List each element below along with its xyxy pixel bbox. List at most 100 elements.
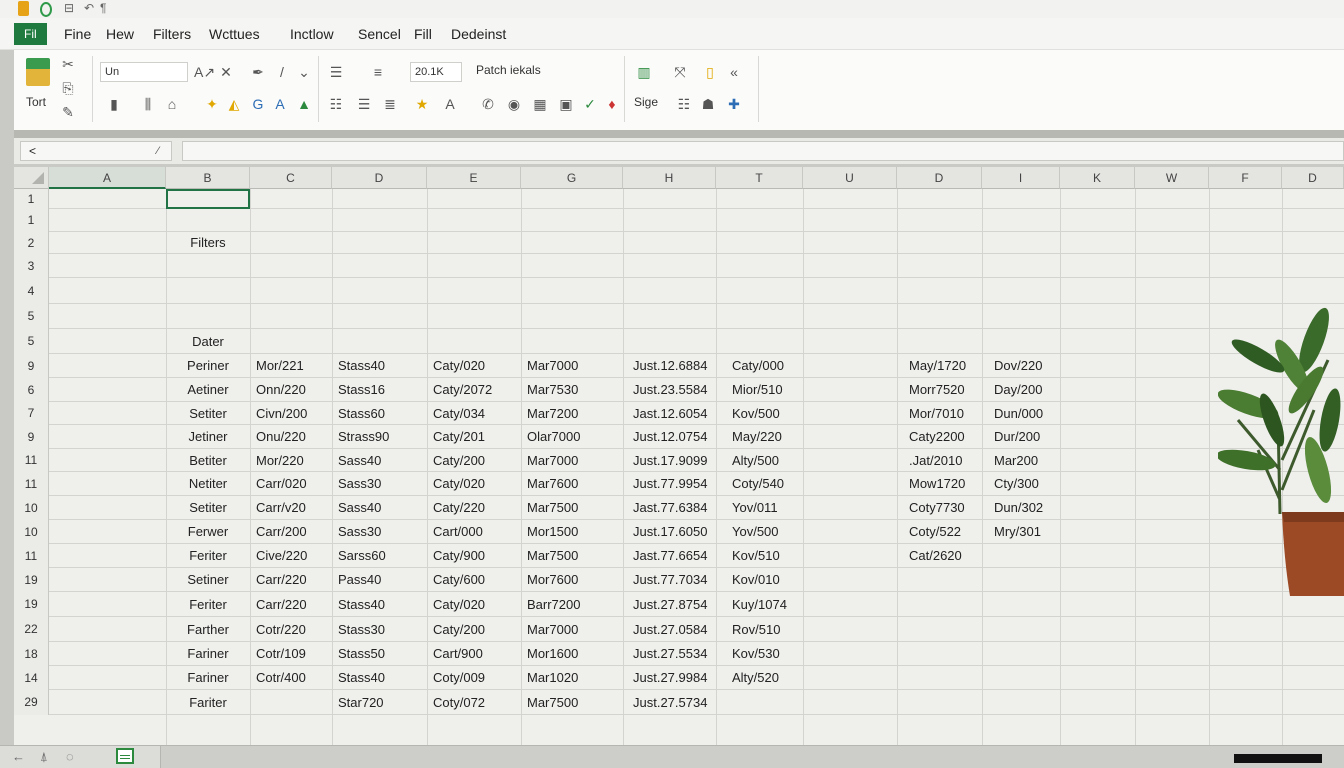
row-header[interactable]: 5 <box>14 304 49 329</box>
column-header[interactable]: H <box>623 167 716 189</box>
table-cell[interactable]: Mar7500 <box>527 544 623 568</box>
table-cell[interactable]: Kov/500 <box>732 402 803 425</box>
table-cell[interactable]: Aetiner <box>166 378 250 402</box>
table-cell[interactable]: Caty/600 <box>433 568 521 592</box>
table-cell[interactable]: Mar7530 <box>527 378 623 402</box>
star-icon[interactable]: ★ <box>414 96 430 112</box>
table-cell[interactable]: Dun/000 <box>994 402 1060 425</box>
table-cell[interactable]: Star720 <box>338 690 427 715</box>
highlight-icon[interactable]: ✦ <box>204 96 220 112</box>
table-cell[interactable]: Cotr/220 <box>256 617 332 642</box>
pen-icon[interactable]: ✒ <box>250 64 266 80</box>
row-header[interactable]: 1 <box>14 209 49 232</box>
column-header[interactable]: T <box>716 167 803 189</box>
table-cell[interactable]: Onu/220 <box>256 425 332 449</box>
table-cell[interactable]: Stass40 <box>338 666 427 690</box>
column-header[interactable]: E <box>427 167 521 189</box>
row-header[interactable]: 9 <box>14 354 49 378</box>
table-cell[interactable]: Carr/200 <box>256 520 332 544</box>
tab-2[interactable]: Filters <box>153 23 191 45</box>
table-cell[interactable]: Dun/302 <box>994 496 1060 520</box>
table-cell[interactable]: Carr/220 <box>256 568 332 592</box>
table-cell[interactable]: Morr7520 <box>909 378 982 402</box>
table-cell[interactable]: Mar7200 <box>527 402 623 425</box>
paste-icon[interactable] <box>26 58 50 86</box>
table-cell[interactable]: Yov/011 <box>732 496 803 520</box>
scrollbar-thumb[interactable] <box>1234 754 1322 763</box>
column-header[interactable]: D <box>1282 167 1344 189</box>
columns-icon[interactable]: ⫼ <box>140 96 156 112</box>
row-header[interactable]: 4 <box>14 278 49 304</box>
column-header[interactable]: C <box>250 167 332 189</box>
drop-icon[interactable]: ♦ <box>604 96 620 112</box>
table-cell[interactable]: Jast.77.6654 <box>633 544 716 568</box>
table-cell[interactable]: Mry/301 <box>994 520 1060 544</box>
table-cell[interactable]: Carr/020 <box>256 472 332 496</box>
font-grow-icon[interactable]: A↗ <box>194 64 215 80</box>
clear-format-icon[interactable]: ✕ <box>218 64 234 80</box>
link-icon[interactable]: ⤧ <box>672 64 688 80</box>
table-cell[interactable]: Caty2200 <box>909 425 982 449</box>
table-cell[interactable]: Dur/200 <box>994 425 1060 449</box>
table-cell[interactable]: .Jat/2010 <box>909 449 982 472</box>
tab-file[interactable]: Fil <box>14 23 47 45</box>
table-cell[interactable]: Kov/510 <box>732 544 803 568</box>
image-icon[interactable]: ▣ <box>558 96 574 112</box>
row-header[interactable]: 29 <box>14 690 49 715</box>
undo-icon[interactable]: ↶ <box>84 1 94 16</box>
copy-icon[interactable]: ⎘ <box>60 80 76 96</box>
list-icon[interactable]: ☰ <box>356 96 372 112</box>
row-header[interactable]: 3 <box>14 254 49 278</box>
column-header[interactable]: K <box>1060 167 1135 189</box>
table-cell[interactable]: Caty/200 <box>433 617 521 642</box>
underline-icon[interactable]: G <box>250 96 266 112</box>
row-header[interactable]: 11 <box>14 544 49 568</box>
table-cell[interactable]: Just.17.6050 <box>633 520 716 544</box>
justify-icon[interactable]: ≣ <box>382 96 398 112</box>
column-header[interactable]: U <box>803 167 897 189</box>
table-cell[interactable]: Sarss60 <box>338 544 427 568</box>
table-cell[interactable]: Mor1500 <box>527 520 623 544</box>
formula-input[interactable] <box>182 141 1344 161</box>
table-cell[interactable]: Betiter <box>166 449 250 472</box>
table-cell[interactable]: Stass40 <box>338 592 427 617</box>
table-cell[interactable]: Caty/900 <box>433 544 521 568</box>
expand-icon[interactable]: « <box>726 64 742 80</box>
table-cell[interactable]: Fariner <box>166 666 250 690</box>
table-cell[interactable]: Cat/2620 <box>909 544 982 568</box>
table-cell[interactable]: Civn/200 <box>256 402 332 425</box>
table-cell[interactable]: Caty/034 <box>433 402 521 425</box>
table-cell[interactable]: Carr/220 <box>256 592 332 617</box>
table-cell[interactable]: Mar200 <box>994 449 1060 472</box>
table-cell[interactable]: Ferwer <box>166 520 250 544</box>
table-cell[interactable]: Mor/7010 <box>909 402 982 425</box>
table-cell[interactable]: Kuy/1074 <box>732 592 803 617</box>
table-cell[interactable]: Jetiner <box>166 425 250 449</box>
table-cell[interactable]: Mar7500 <box>527 496 623 520</box>
sheet-prev-icon[interactable]: ← <box>12 749 25 765</box>
table-cell[interactable]: Just.12.6884 <box>633 354 716 378</box>
table-cell[interactable]: Just.27.5734 <box>633 690 716 715</box>
table-cell[interactable]: Caty/020 <box>433 354 521 378</box>
table-cell[interactable]: Jast.77.6384 <box>633 496 716 520</box>
tab-1[interactable]: Hew <box>106 23 134 45</box>
table-cell[interactable]: Setiter <box>166 496 250 520</box>
table-cell[interactable]: Just.27.0584 <box>633 617 716 642</box>
table-cell[interactable]: Cart/000 <box>433 520 521 544</box>
table-cell[interactable]: Stass40 <box>338 354 427 378</box>
table-cell[interactable]: Periner <box>166 354 250 378</box>
table-cell[interactable]: Alty/500 <box>732 449 803 472</box>
horizontal-scrollbar[interactable] <box>160 746 1344 768</box>
table-cell[interactable]: Just.12.0754 <box>633 425 716 449</box>
tab-4[interactable]: Inctlow <box>290 23 334 45</box>
table-cell[interactable]: Mor/220 <box>256 449 332 472</box>
table-cell[interactable]: Mior/510 <box>732 378 803 402</box>
table-cell[interactable]: Caty/020 <box>433 472 521 496</box>
table-cell[interactable]: Feriter <box>166 544 250 568</box>
table-cell[interactable]: Sass40 <box>338 496 427 520</box>
table-icon[interactable]: ▦ <box>532 96 548 112</box>
table-cell[interactable]: Cty/300 <box>994 472 1060 496</box>
table-cell[interactable]: Mar7500 <box>527 690 623 715</box>
table-cell[interactable]: Caty/2072 <box>433 378 521 402</box>
row-header[interactable]: 10 <box>14 496 49 520</box>
